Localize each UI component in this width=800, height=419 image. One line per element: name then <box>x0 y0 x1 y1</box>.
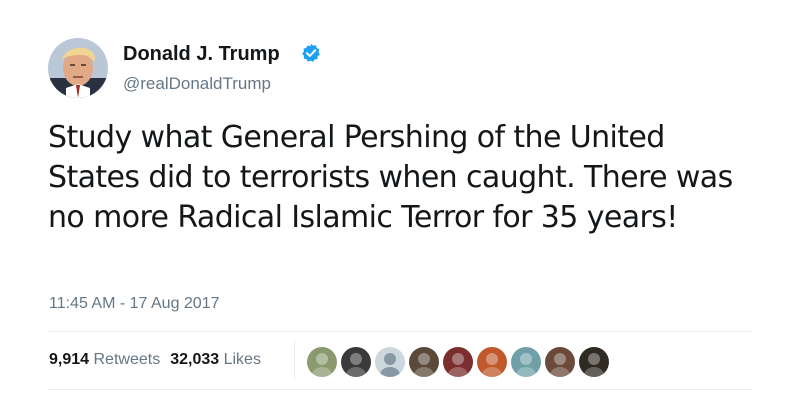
retweets-count: 9,914 <box>49 351 90 368</box>
liker-avatar[interactable] <box>340 346 372 378</box>
retweets-stat[interactable]: 9,914 Retweets <box>49 350 160 370</box>
default-avatar-icon <box>375 347 405 377</box>
user-avatar-icon <box>579 347 609 377</box>
likes-label: Likes <box>223 351 261 368</box>
profile-photo-icon <box>48 38 108 98</box>
tweet-stats: 9,914 Retweets 32,033 Likes <box>49 350 271 370</box>
liker-avatar[interactable] <box>306 346 338 378</box>
liker-avatar[interactable] <box>374 346 406 378</box>
retweets-label: Retweets <box>93 351 161 368</box>
user-avatar-icon <box>545 347 575 377</box>
tweet-text: Study what General Pershing of the Unite… <box>48 120 733 235</box>
liker-avatar[interactable] <box>408 346 440 378</box>
tweet-card: Donald J. Trump @realDonaldTrump Study w… <box>0 0 800 419</box>
author-avatar[interactable] <box>48 38 108 98</box>
user-avatar-icon <box>511 347 541 377</box>
liker-avatar[interactable] <box>476 346 508 378</box>
verified-badge-icon <box>302 43 320 62</box>
user-avatar-icon <box>477 347 507 377</box>
liker-avatar[interactable] <box>510 346 542 378</box>
tweet-timestamp[interactable]: 11:45 AM - 17 Aug 2017 <box>49 294 220 314</box>
author-handle[interactable]: @realDonaldTrump <box>123 73 271 95</box>
likes-stat[interactable]: 32,033 Likes <box>170 350 261 370</box>
divider <box>48 389 752 390</box>
liker-avatar[interactable] <box>578 346 610 378</box>
user-avatar-icon <box>307 347 337 377</box>
user-avatar-icon <box>409 347 439 377</box>
stats-separator <box>294 341 295 379</box>
user-avatar-icon <box>443 347 473 377</box>
divider <box>48 331 752 332</box>
user-avatar-icon <box>341 347 371 377</box>
author-display-name[interactable]: Donald J. Trump <box>123 41 280 67</box>
likes-count: 32,033 <box>170 351 220 368</box>
liker-avatar[interactable] <box>544 346 576 378</box>
liker-avatar[interactable] <box>442 346 474 378</box>
